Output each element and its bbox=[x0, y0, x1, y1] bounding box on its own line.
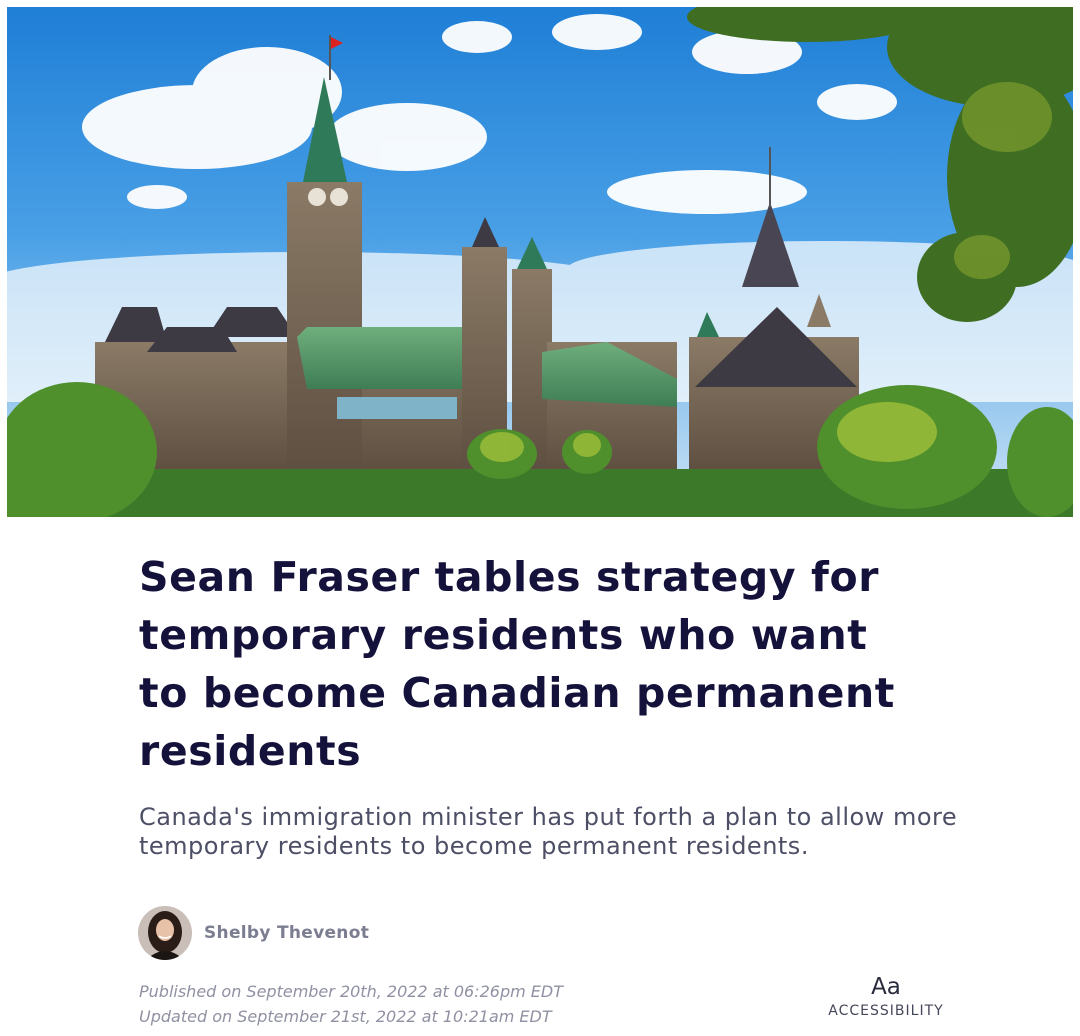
updated-date: Updated on September 21st, 2022 at 10:21… bbox=[139, 1007, 552, 1026]
hero-image bbox=[7, 7, 1073, 517]
author-avatar[interactable] bbox=[138, 906, 192, 960]
author-byline[interactable]: Shelby Thevenot bbox=[138, 905, 369, 961]
accessibility-button[interactable]: Aa ACCESSIBILITY bbox=[826, 973, 946, 1021]
text-size-icon: Aa bbox=[871, 974, 901, 1000]
article-headline: Sean Fraser tables strategy for temporar… bbox=[139, 553, 895, 775]
published-date: Published on September 20th, 2022 at 06:… bbox=[139, 982, 563, 1001]
article-page: Sean Fraser tables strategy for temporar… bbox=[0, 0, 1080, 1036]
article-dates: Published on September 20th, 2022 at 06:… bbox=[139, 979, 563, 1029]
article-subheadline: Canada's immigration minister has put fo… bbox=[139, 803, 958, 860]
author-name[interactable]: Shelby Thevenot bbox=[204, 923, 369, 943]
accessibility-label: ACCESSIBILITY bbox=[828, 1003, 944, 1019]
